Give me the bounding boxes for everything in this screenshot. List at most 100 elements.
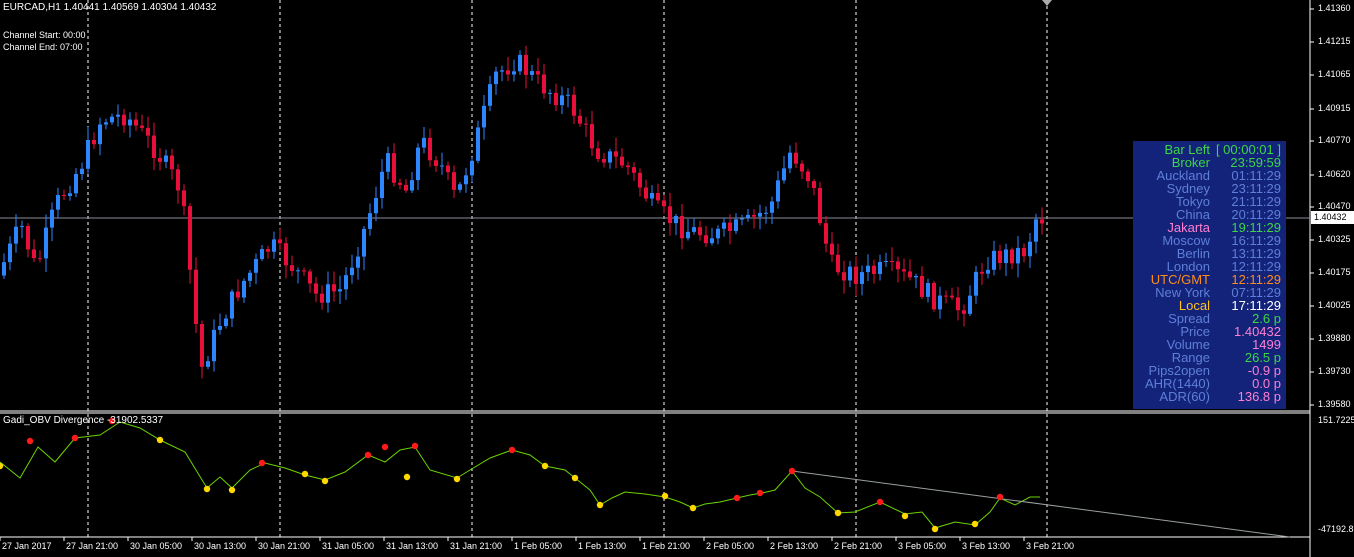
candle-body — [578, 115, 582, 124]
candle-body — [524, 54, 528, 75]
candle-body — [146, 127, 150, 136]
time-tick-label: 1 Feb 05:00 — [514, 541, 563, 551]
candle-body — [650, 193, 654, 199]
time-tick-label: 31 Jan 21:00 — [450, 541, 503, 551]
candle-body — [392, 153, 396, 183]
candle-body — [284, 243, 288, 266]
candle-body — [572, 94, 576, 116]
candle-body — [554, 92, 558, 106]
candle-body — [704, 235, 708, 244]
indicator-top-label: 151.7225 — [1318, 415, 1354, 425]
candle-body — [944, 295, 948, 297]
time-tick-label: 2 Feb 21:00 — [834, 541, 883, 551]
candle-body — [710, 238, 714, 244]
candle-body — [386, 153, 390, 172]
divergence-low-dot — [931, 525, 939, 533]
candle-body — [26, 226, 30, 250]
candle-body — [236, 291, 240, 298]
time-tick-label: 30 Jan 13:00 — [194, 541, 247, 551]
candle-body — [410, 180, 414, 191]
candle-body — [776, 180, 780, 202]
candle-body — [80, 168, 84, 175]
candle-body — [938, 295, 942, 310]
candle-body — [884, 260, 888, 263]
time-tick-label: 1 Feb 13:00 — [578, 541, 627, 551]
candle-body — [380, 171, 384, 199]
candle-body — [458, 184, 462, 190]
candle-body — [416, 147, 420, 181]
candle-body — [176, 169, 180, 191]
candle-body — [488, 84, 492, 106]
candle-body — [734, 219, 738, 232]
info-panel: Bar Left[ 00:00:01 ] Broker 23:59:59 Auckla… — [1133, 141, 1286, 409]
candle-body — [896, 261, 900, 270]
candle-body — [428, 137, 432, 161]
candle-body — [596, 148, 600, 160]
divergence-low-dot — [228, 486, 236, 494]
divergence-low-dot — [661, 492, 669, 500]
candle-body — [902, 269, 906, 272]
candle-body — [794, 152, 798, 164]
candle-body — [278, 239, 282, 244]
candle-body — [260, 249, 264, 260]
candle-body — [614, 151, 618, 157]
divergence-low-dot — [596, 501, 604, 509]
candle-body — [686, 231, 690, 239]
candle-body — [644, 187, 648, 199]
candle-body — [608, 151, 612, 163]
candle-body — [194, 269, 198, 325]
candle-body — [890, 260, 894, 262]
candle-body — [404, 184, 408, 191]
candle-body — [1016, 247, 1020, 264]
candle-body — [506, 70, 510, 75]
info-row-label: ADR(60) — [1159, 389, 1210, 404]
candle-body — [152, 135, 156, 158]
channel-start-label: Channel Start: 00:00 — [3, 30, 86, 40]
candle-body — [602, 159, 606, 163]
divergence-low-dot — [403, 473, 411, 481]
candle-body — [164, 155, 168, 162]
price-tick-label: 1.40175 — [1318, 267, 1351, 277]
candle-body — [374, 198, 378, 214]
candle-body — [836, 254, 840, 273]
divergence-low-dot — [901, 512, 909, 520]
candle-body — [362, 228, 366, 257]
candle-body — [128, 119, 132, 126]
time-tick-label: 27 Jan 21:00 — [66, 541, 119, 551]
candle-body — [122, 114, 126, 126]
candle-body — [344, 275, 348, 290]
candle-body — [518, 54, 522, 72]
divergence-high-dot — [26, 437, 34, 445]
time-tick-label: 27 Jan 2017 — [2, 541, 52, 551]
candle-body — [140, 125, 144, 128]
candle-body — [254, 259, 258, 273]
candle-body — [740, 218, 744, 220]
price-tick-label: 1.41065 — [1318, 69, 1351, 79]
time-tick-label: 31 Jan 13:00 — [386, 541, 439, 551]
indicator-title: Gadi_OBV Divergence -31902.5337 — [3, 415, 164, 426]
candle-body — [932, 282, 936, 310]
candle-body — [2, 262, 6, 276]
time-tick-label: 30 Jan 05:00 — [130, 541, 183, 551]
candle-body — [1028, 241, 1032, 257]
divergence-high-dot — [756, 489, 764, 497]
candle-body — [926, 282, 930, 297]
price-tick-label: 1.40325 — [1318, 234, 1351, 244]
candle-body — [962, 310, 966, 314]
divergence-low-dot — [301, 470, 309, 478]
candle-body — [752, 214, 756, 217]
divergence-trendline — [791, 470, 1291, 538]
candle-body — [824, 223, 828, 244]
candle-body — [356, 256, 360, 268]
candle-body — [842, 272, 846, 281]
candle-body — [806, 171, 810, 182]
candle-body — [296, 270, 300, 272]
candle-body — [188, 206, 192, 270]
candle-body — [440, 165, 444, 167]
candle-body — [50, 209, 54, 228]
candle-body — [566, 94, 570, 96]
candle-body — [770, 201, 774, 213]
candle-body — [272, 239, 276, 252]
candle-body — [866, 265, 870, 273]
divergence-high-dot — [996, 493, 1004, 501]
